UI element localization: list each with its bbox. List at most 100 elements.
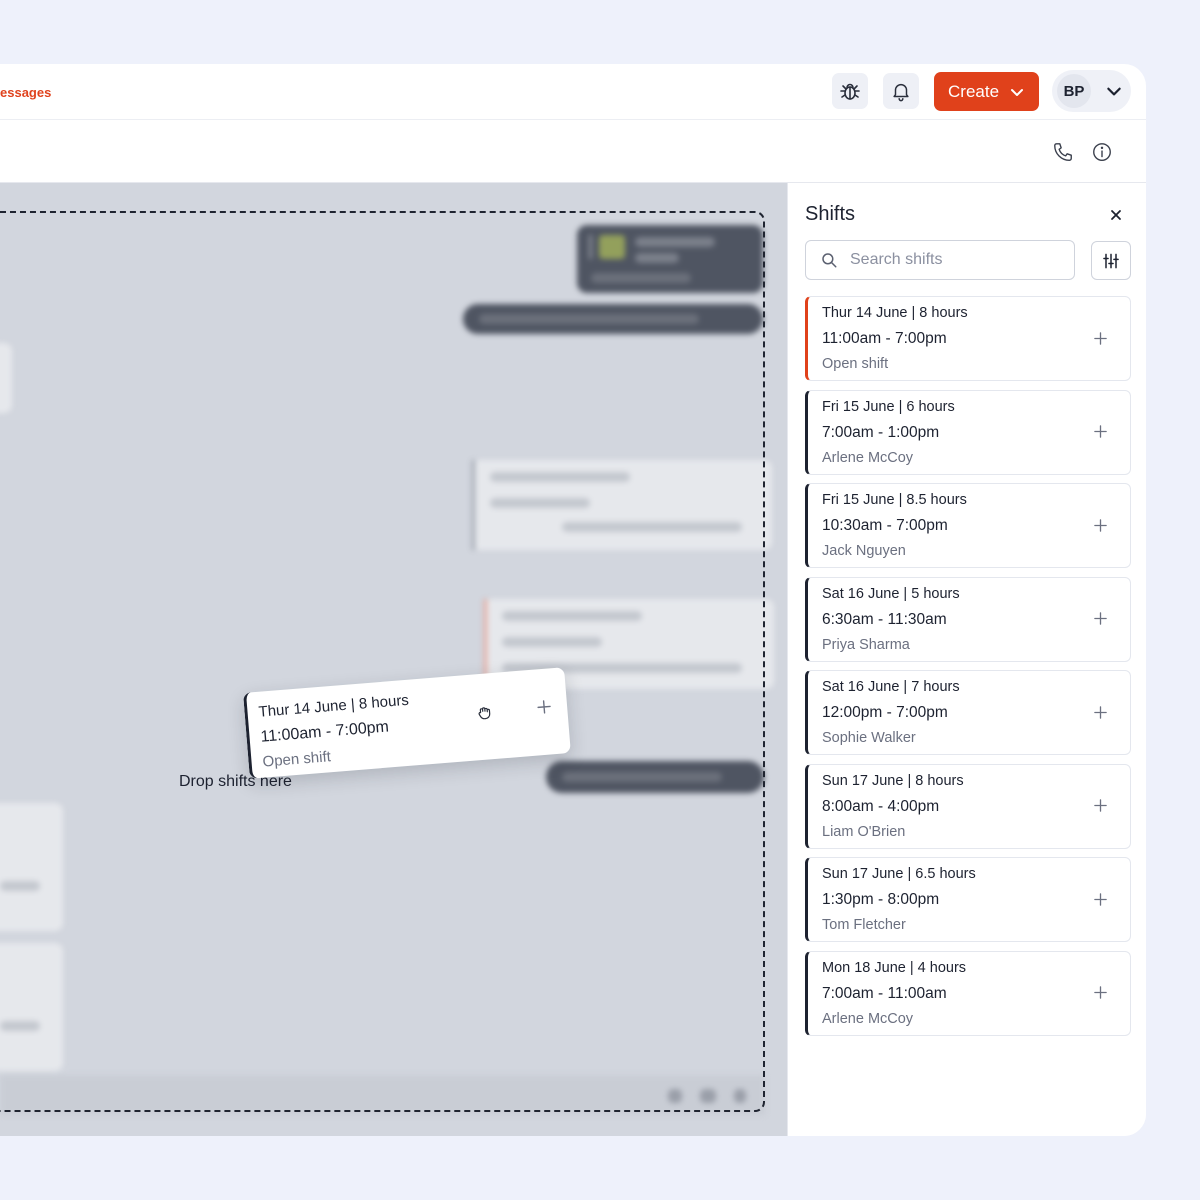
add-shift-button[interactable] <box>1090 515 1110 535</box>
dragged-shift-header: Thur 14 June | 8 hours <box>258 692 410 721</box>
shift-date-line: Thur 14 June | 8 hours <box>822 305 1130 322</box>
shift-assignee: Priya Sharma <box>822 636 910 653</box>
plus-icon <box>535 698 553 720</box>
plus-icon <box>1093 705 1107 719</box>
dragged-shift-time: 11:00am - 7:00pm <box>259 718 390 746</box>
top-bar: essages Create BP <box>0 64 1146 120</box>
search-input[interactable] <box>850 251 1060 269</box>
shift-separator: | <box>903 772 916 789</box>
dragged-shift-date: Thur 14 June <box>257 696 348 721</box>
shift-card[interactable]: Fri 15 June | 6 hours 7:00am - 1:00pm Arle… <box>805 389 1131 475</box>
shift-date: Fri 15 June <box>822 398 895 415</box>
add-shift-button[interactable] <box>1090 796 1110 816</box>
chevron-down-icon <box>1107 87 1121 96</box>
dragged-shift-hours: 8 hours <box>358 691 410 713</box>
shift-hours: 8 hours <box>919 305 968 321</box>
plus-icon <box>1093 892 1107 906</box>
shift-hours: 8 hours <box>915 772 964 789</box>
create-label: Create <box>948 81 1000 101</box>
plus-icon <box>1093 425 1107 438</box>
bug-icon <box>840 83 860 100</box>
search-icon <box>822 253 837 268</box>
info-button[interactable] <box>1090 140 1114 164</box>
shift-time: 7:00am - 1:00pm <box>822 423 940 441</box>
shift-time: 12:00pm - 7:00pm <box>822 704 948 721</box>
conversation-header <box>0 120 1146 183</box>
add-shift-button[interactable] <box>1090 983 1110 1003</box>
shift-date: Sun 17 June <box>822 866 904 882</box>
shift-separator: | <box>899 679 912 695</box>
shift-assignee: Sophie Walker <box>822 730 916 746</box>
shift-hours: 7 hours <box>911 679 960 695</box>
nav-link-messages[interactable]: essages <box>0 85 51 100</box>
bug-report-button[interactable] <box>832 73 868 109</box>
shift-card[interactable]: Sat 16 June | 7 hours 12:00pm - 7:00pm Sop… <box>805 670 1131 755</box>
shift-date: Sun 17 June <box>822 772 904 789</box>
shift-card[interactable]: Mon 18 June | 4 hours 7:00am - 11:00am Arl… <box>805 950 1131 1036</box>
shift-hours: 8.5 hours <box>906 492 967 508</box>
call-button[interactable] <box>1051 140 1075 164</box>
bell-icon <box>893 83 909 102</box>
plus-icon <box>1093 612 1107 625</box>
shift-separator: | <box>899 585 912 602</box>
plus-icon <box>1093 518 1107 532</box>
shift-hours: 4 hours <box>917 959 967 976</box>
shift-card[interactable]: Sun 17 June | 6.5 hours 1:30pm - 8:00pm To… <box>805 857 1131 942</box>
shift-separator: | <box>894 398 907 415</box>
shift-date-line: Fri 15 June | 6 hours <box>822 399 1130 416</box>
shift-hours: 6 hours <box>906 398 955 415</box>
add-shift-button[interactable] <box>1090 702 1110 722</box>
add-shift-button[interactable] <box>1090 889 1110 909</box>
shift-drop-zone[interactable] <box>0 211 765 1112</box>
notifications-button[interactable] <box>883 73 919 109</box>
shift-date: Fri 15 June <box>822 492 895 508</box>
shift-separator: | <box>903 866 916 882</box>
shift-date: Sat 16 June <box>822 679 900 695</box>
shift-date: Mon 18 June <box>822 959 906 976</box>
app-window: essages Create BP Drop shifts here Thur … <box>0 64 1146 1136</box>
close-panel-button[interactable] <box>1106 205 1126 225</box>
shift-card[interactable]: Sat 16 June | 5 hours 6:30am - 11:30am Pri… <box>805 576 1131 662</box>
user-menu[interactable]: BP <box>1052 70 1131 112</box>
shift-time: 8:00am - 4:00pm <box>822 797 940 815</box>
phone-icon <box>1054 143 1072 161</box>
add-shift-button[interactable] <box>1090 328 1110 348</box>
add-shift-button[interactable] <box>1090 609 1110 629</box>
shift-card[interactable]: Fri 15 June | 8.5 hours 10:30am - 7:00pm J… <box>805 483 1131 568</box>
shift-separator: | <box>907 305 920 321</box>
shift-date: Sat 16 June <box>822 585 900 602</box>
shift-date-line: Fri 15 June | 8.5 hours <box>822 492 1130 509</box>
add-shift-button[interactable] <box>1090 422 1110 442</box>
create-button[interactable]: Create <box>934 72 1039 111</box>
shift-assignee: Open shift <box>822 356 889 372</box>
dragged-shift-assignee: Open shift <box>261 748 332 771</box>
shift-card[interactable]: Thur 14 June | 8 hours 11:00am - 7:00pm Op… <box>805 296 1131 381</box>
shift-time: 6:30am - 11:30am <box>822 610 947 628</box>
avatar: BP <box>1057 74 1091 108</box>
shift-date-line: Sun 17 June | 6.5 hours <box>822 866 1130 883</box>
shift-time: 10:30am - 7:00pm <box>822 517 948 534</box>
shift-assignee: Jack Nguyen <box>822 543 906 559</box>
shift-card[interactable]: Sun 17 June | 8 hours 8:00am - 4:00pm Liam… <box>805 763 1131 849</box>
shift-list: Thur 14 June | 8 hours 11:00am - 7:00pm Op… <box>805 296 1131 1044</box>
plus-icon <box>1093 986 1107 999</box>
shift-time: 11:00am - 7:00pm <box>822 330 947 347</box>
shift-assignee: Liam O'Brien <box>822 823 906 840</box>
grab-hand-icon <box>475 703 495 727</box>
shift-date: Thur 14 June <box>822 305 908 321</box>
shift-assignee: Arlene McCoy <box>822 449 914 466</box>
shift-assignee: Tom Fletcher <box>822 917 906 933</box>
plus-icon <box>1093 331 1107 345</box>
shift-time: 1:30pm - 8:00pm <box>822 891 940 908</box>
shift-date-line: Mon 18 June | 4 hours <box>822 960 1130 977</box>
shift-assignee: Arlene McCoy <box>822 1010 914 1027</box>
sliders-icon <box>1103 253 1119 268</box>
shifts-panel: Shifts Thur 14 June | 8 hours 11:00am - 7… <box>787 183 1146 1136</box>
chevron-down-icon <box>1011 88 1024 96</box>
shift-date-line: Sat 16 June | 7 hours <box>822 679 1130 696</box>
shift-date-line: Sat 16 June | 5 hours <box>822 586 1130 603</box>
shift-date-line: Sun 17 June | 8 hours <box>822 773 1130 790</box>
shift-hours: 5 hours <box>911 585 960 602</box>
close-icon <box>1111 210 1121 220</box>
filter-button[interactable] <box>1091 241 1131 280</box>
